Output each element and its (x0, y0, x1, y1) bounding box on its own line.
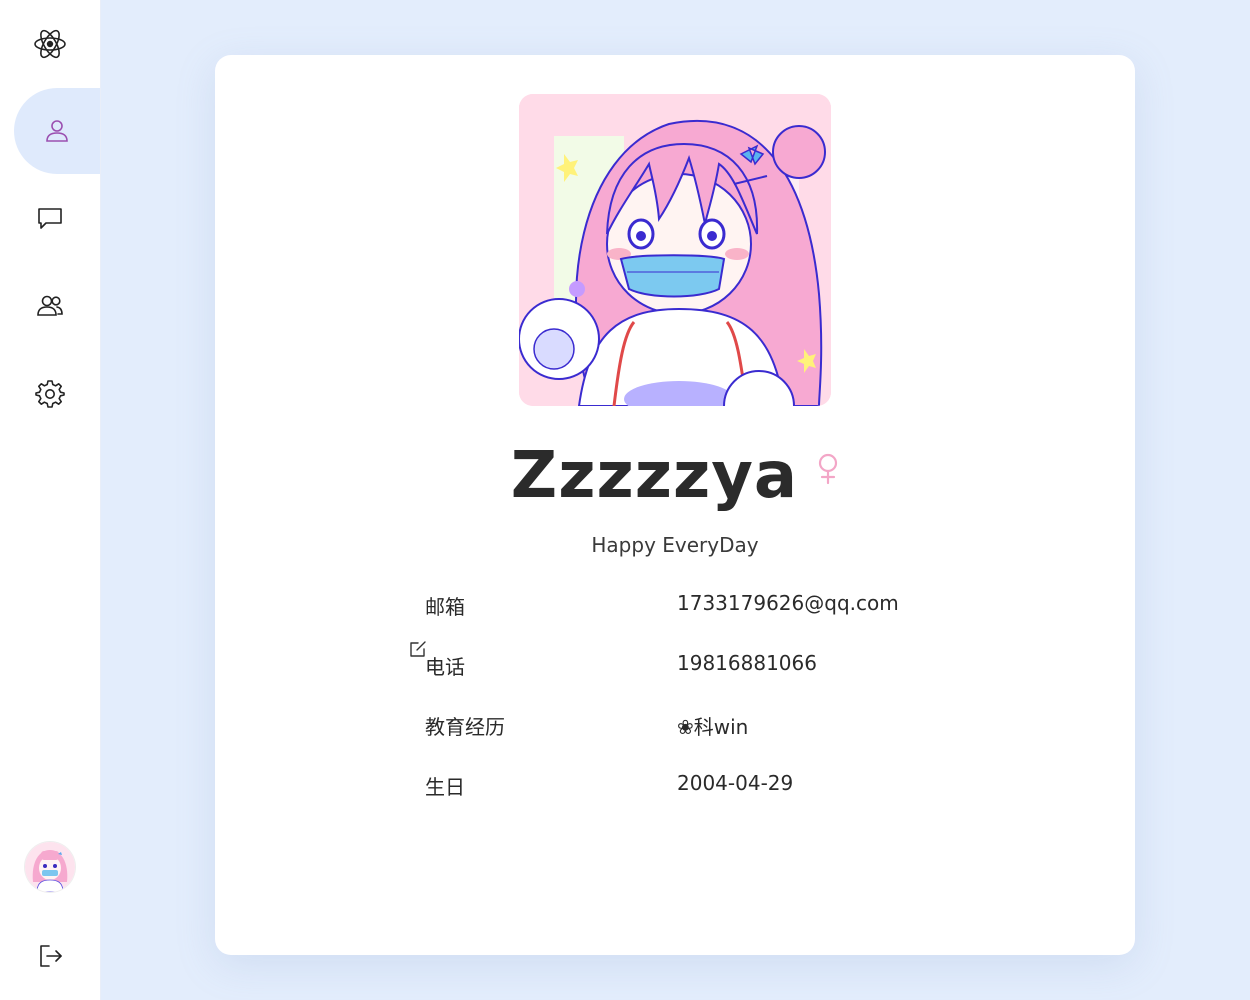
education-value: ❀科win (677, 715, 749, 739)
info-row-birthday: 生日 2004-04-29 (425, 763, 945, 803)
sidebar (0, 0, 101, 1000)
sidebar-item-settings[interactable] (0, 354, 100, 434)
phone-value: 19816881066 (677, 651, 817, 675)
users-icon (37, 295, 63, 316)
education-label: 教育经历 (425, 715, 505, 739)
profile-card: Zzzzzya Happy EveryDay 邮箱 1733179626@qq.… (215, 55, 1135, 955)
sidebar-item-profile[interactable] (14, 88, 100, 174)
profile-avatar (519, 94, 831, 406)
phone-label: 电话 (425, 655, 465, 679)
profile-name: Zzzzzya (510, 439, 799, 513)
logout-icon (40, 945, 62, 967)
profile-motto: Happy EveryDay (591, 533, 759, 557)
sidebar-item-contacts[interactable] (0, 266, 100, 346)
chat-bubble-icon (38, 208, 62, 229)
user-avatar[interactable] (25, 842, 75, 892)
info-row-phone: 电话 19816881066 (425, 643, 945, 683)
birthday-value: 2004-04-29 (677, 771, 794, 795)
atom-logo-icon[interactable] (30, 24, 70, 64)
logout-button[interactable] (0, 916, 100, 996)
female-icon (817, 453, 839, 489)
sidebar-item-messages[interactable] (0, 178, 100, 258)
email-label: 邮箱 (425, 595, 465, 619)
profile-name-row: Zzzzzya (215, 439, 1135, 513)
email-value: 1733179626@qq.com (677, 591, 899, 615)
birthday-label: 生日 (425, 775, 465, 799)
info-row-education: 教育经历 ❀科win (425, 703, 945, 743)
user-icon (46, 120, 68, 142)
info-row-email: 邮箱 1733179626@qq.com (425, 583, 945, 623)
gear-icon (35, 380, 65, 408)
